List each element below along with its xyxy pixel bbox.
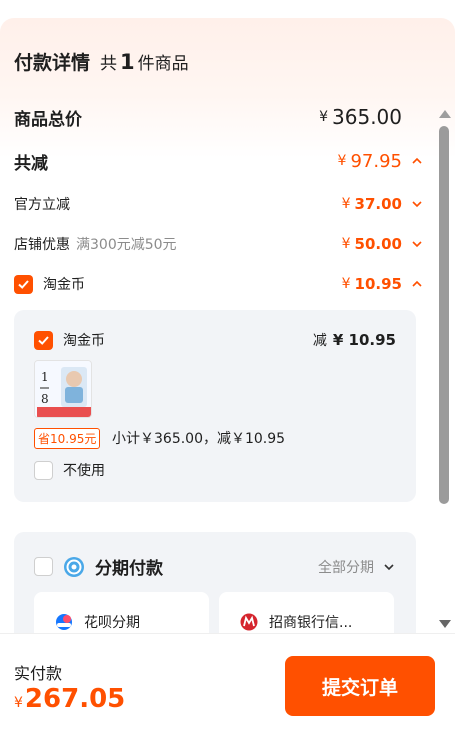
coin-value: 10.95 — [354, 275, 402, 293]
installment-option-huabei[interactable]: 花呗分期 — [34, 592, 209, 633]
checkout-footer: 实付款 ¥ 267.05 提交订单 — [0, 633, 455, 732]
item-count-suffix: 件商品 — [137, 54, 189, 74]
chevron-up-icon[interactable] — [410, 277, 424, 291]
chevron-down-icon — [384, 563, 394, 570]
store-discount-row[interactable]: 店铺优惠 满300元减50元 ¥ 50.00 — [14, 232, 424, 256]
store-discount-label: 店铺优惠 — [14, 237, 70, 253]
installment-icon — [64, 556, 84, 577]
huabei-label: 花呗分期 — [84, 615, 140, 631]
coin-card-checkbox[interactable] — [34, 330, 53, 350]
scroll-area[interactable]: 付款详情 共 1 件商品 商品总价 ¥ 365.00 共减 ¥ 97.95 官方… — [0, 18, 455, 633]
installment-option-cmb[interactable]: 招商银行信... — [219, 592, 394, 633]
item-count-prefix: 共 — [100, 54, 118, 74]
pay-label: 实付款 — [14, 664, 63, 683]
check-icon — [18, 279, 29, 289]
cmb-label: 招商银行信... — [269, 615, 353, 631]
check-icon — [38, 335, 49, 345]
coin-card-minus-value: ¥ 10.95 — [332, 331, 396, 349]
coin-detail-card: 淘金币 减 ¥ 10.95 1 8 省10.95元 小计￥365.00，减￥10… — [14, 310, 416, 502]
installment-checkbox[interactable] — [34, 557, 53, 576]
pay-value: 267.05 — [24, 684, 126, 714]
total-discount-row[interactable]: 共减 ¥ 97.95 — [14, 148, 424, 174]
all-installments-toggle[interactable]: 全部分期 — [318, 557, 396, 577]
payment-details-sheet: 付款详情 共 1 件商品 商品总价 ¥ 365.00 共减 ¥ 97.95 官方… — [0, 18, 455, 732]
not-use-checkbox[interactable] — [34, 460, 53, 480]
total-price-amount: ¥ 365.00 — [319, 105, 402, 129]
save-badge: 省10.95元 — [34, 428, 101, 449]
installment-title: 分期付款 — [95, 559, 163, 579]
coin-card-minus: 减 ¥ 10.95 — [312, 331, 396, 349]
item-count: 1 — [120, 50, 135, 74]
store-discount-value: 50.00 — [354, 235, 402, 253]
coin-subtotal: 小计￥365.00，减￥10.95 — [112, 431, 286, 447]
coin-card-header: 淘金币 减 ¥ 10.95 — [34, 330, 396, 350]
scroll-down-arrow-icon[interactable] — [439, 620, 451, 628]
total-discount-value: 97.95 — [350, 150, 402, 172]
official-discount-row[interactable]: 官方立减 ¥ 37.00 — [14, 192, 424, 216]
product-thumbnail: 1 8 — [34, 360, 92, 418]
installment-header[interactable]: 分期付款 全部分期 — [34, 554, 396, 579]
svg-text:1: 1 — [41, 370, 49, 384]
chevron-up-icon[interactable] — [410, 154, 424, 168]
pay-amount: ¥ 267.05 — [14, 684, 126, 714]
svg-text:8: 8 — [41, 392, 49, 406]
official-discount-label: 官方立减 — [14, 197, 70, 213]
total-discount-label: 共减 — [14, 153, 48, 174]
total-price-row: 商品总价 ¥ 365.00 — [14, 104, 424, 130]
huabei-icon — [56, 614, 72, 630]
page-title: 付款详情 — [14, 52, 91, 74]
official-discount-value: 37.00 — [354, 195, 402, 213]
installment-card: 分期付款 全部分期 花呗分期 招商银行信... — [14, 532, 416, 633]
not-use-label: 不使用 — [63, 463, 105, 479]
chevron-down-icon[interactable] — [410, 237, 424, 251]
coin-checkbox[interactable] — [14, 274, 33, 294]
sheet-header: 付款详情 共 1 件商品 — [14, 48, 189, 78]
scrollbar-thumb[interactable] — [439, 126, 449, 504]
coin-card-label: 淘金币 — [63, 333, 105, 349]
cmb-bank-icon — [240, 613, 258, 631]
scroll-up-arrow-icon[interactable] — [439, 110, 451, 118]
coin-label: 淘金币 — [43, 277, 85, 293]
total-price-value: 365.00 — [332, 105, 402, 129]
total-price-label: 商品总价 — [14, 109, 82, 130]
submit-order-button[interactable]: 提交订单 — [285, 656, 435, 716]
store-discount-note: 满300元减50元 — [76, 237, 177, 253]
chevron-down-icon[interactable] — [410, 197, 424, 211]
coin-row[interactable]: 淘金币 ¥ 10.95 — [14, 272, 424, 296]
scrollbar[interactable] — [437, 104, 451, 633]
not-use-option[interactable]: 不使用 — [34, 460, 105, 480]
product-image: 1 8 — [35, 361, 91, 417]
